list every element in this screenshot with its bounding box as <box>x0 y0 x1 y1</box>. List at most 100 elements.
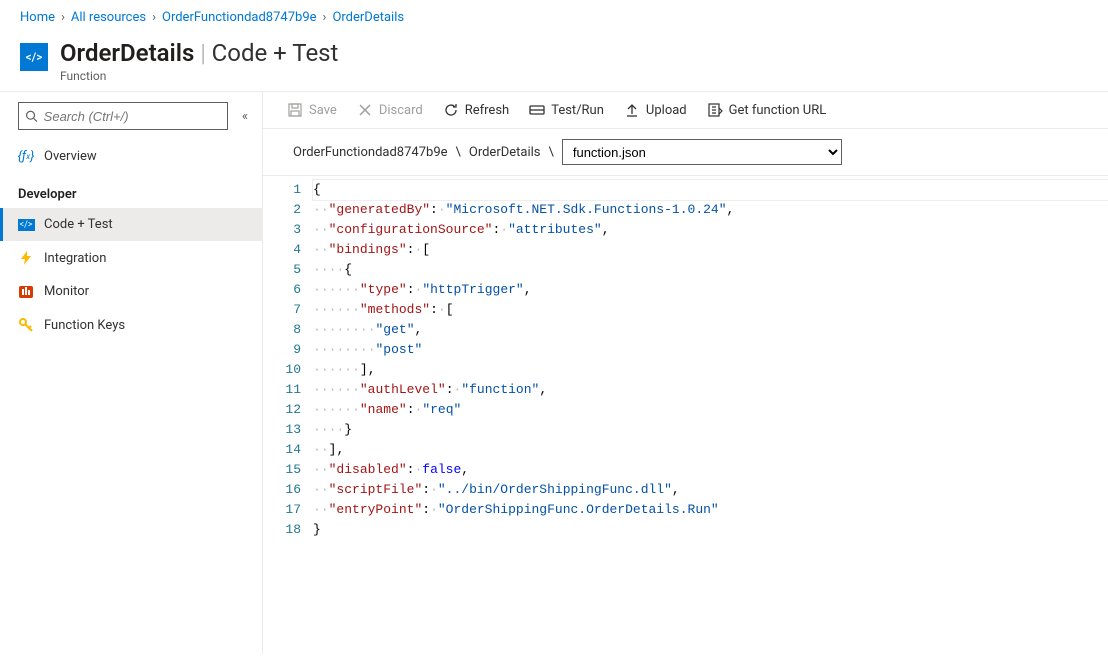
breadcrumb-function-app[interactable]: OrderFunctiondad8747b9e <box>162 10 317 25</box>
sidebar-item-function-keys[interactable]: Function Keys <box>0 308 262 342</box>
line-content[interactable]: ······"authLevel":·"function", <box>313 380 1108 400</box>
file-select[interactable]: function.json <box>562 139 842 165</box>
line-content[interactable]: ····} <box>313 420 1108 440</box>
line-number: 10 <box>263 360 313 380</box>
code-line[interactable]: 16··"scriptFile":·"../bin/OrderShippingF… <box>263 480 1108 500</box>
button-label: Test/Run <box>551 103 604 118</box>
line-content[interactable]: ········"post" <box>313 340 1108 360</box>
code-line[interactable]: 17··"entryPoint":·"OrderShippingFunc.Ord… <box>263 500 1108 520</box>
sidebar-search[interactable] <box>18 102 228 130</box>
breadcrumb-function[interactable]: OrderDetails <box>332 10 404 25</box>
page-title: OrderDetails | Code + Test <box>60 39 338 67</box>
title-divider: | <box>200 39 205 67</box>
collapse-sidebar-button[interactable]: « <box>238 105 252 128</box>
line-content[interactable]: ······"name":·"req" <box>313 400 1108 420</box>
title-name: OrderDetails <box>60 39 194 67</box>
code-editor[interactable]: 1{2··"generatedBy":·"Microsoft.NET.Sdk.F… <box>263 176 1108 540</box>
code-line[interactable]: 18} <box>263 520 1108 540</box>
code-line[interactable]: 6······"type":·"httpTrigger", <box>263 280 1108 300</box>
line-content[interactable]: } <box>313 520 1108 540</box>
line-content[interactable]: ··"entryPoint":·"OrderShippingFunc.Order… <box>313 500 1108 520</box>
breadcrumb-home[interactable]: Home <box>20 10 55 25</box>
line-content[interactable]: ··], <box>313 440 1108 460</box>
code-line[interactable]: 11······"authLevel":·"function", <box>263 380 1108 400</box>
line-number: 14 <box>263 440 313 460</box>
save-button[interactable]: Save <box>287 102 337 118</box>
code-line[interactable]: 13····} <box>263 420 1108 440</box>
refresh-button[interactable]: Refresh <box>443 102 509 118</box>
code-line[interactable]: 1{ <box>263 180 1108 200</box>
path-separator: \ <box>549 145 554 160</box>
line-content[interactable]: ······"type":·"httpTrigger", <box>313 280 1108 300</box>
breadcrumb-all-resources[interactable]: All resources <box>71 10 146 25</box>
button-label: Upload <box>646 103 687 118</box>
sidebar-item-label: Code + Test <box>44 217 113 232</box>
line-content[interactable]: ········"get", <box>313 320 1108 340</box>
code-icon: </> <box>18 219 34 231</box>
main-panel: Save Discard Refresh Test/Run Upload Get… <box>263 92 1108 654</box>
line-number: 6 <box>263 280 313 300</box>
button-label: Get function URL <box>729 103 827 118</box>
line-content[interactable]: ··"bindings":·[ <box>313 240 1108 260</box>
line-content[interactable]: ····{ <box>313 260 1108 280</box>
toolbar: Save Discard Refresh Test/Run Upload Get… <box>263 92 1108 129</box>
code-line[interactable]: 4··"bindings":·[ <box>263 240 1108 260</box>
sidebar-item-overview[interactable]: {ƒx} Overview <box>0 140 262 173</box>
sidebar-section-developer: Developer <box>0 173 262 208</box>
line-number: 8 <box>263 320 313 340</box>
code-line[interactable]: 15··"disabled":·false, <box>263 460 1108 480</box>
code-line[interactable]: 12······"name":·"req" <box>263 400 1108 420</box>
line-number: 7 <box>263 300 313 320</box>
line-number: 4 <box>263 240 313 260</box>
line-content[interactable]: ··"disabled":·false, <box>313 460 1108 480</box>
code-line[interactable]: 8········"get", <box>263 320 1108 340</box>
save-icon <box>287 102 303 118</box>
code-line[interactable]: 2··"generatedBy":·"Microsoft.NET.Sdk.Fun… <box>263 200 1108 220</box>
chevron-right-icon: › <box>61 10 65 25</box>
search-input[interactable] <box>44 109 221 124</box>
code-line[interactable]: 7······"methods":·[ <box>263 300 1108 320</box>
line-number: 2 <box>263 200 313 220</box>
code-line[interactable]: 9········"post" <box>263 340 1108 360</box>
sidebar-item-monitor[interactable]: Monitor <box>0 275 262 308</box>
button-label: Refresh <box>465 103 509 118</box>
button-label: Discard <box>379 103 423 118</box>
code-line[interactable]: 10······], <box>263 360 1108 380</box>
line-number: 18 <box>263 520 313 540</box>
sidebar: « {ƒx} Overview Developer </> Code + Tes… <box>0 92 263 654</box>
sidebar-item-integration[interactable]: Integration <box>0 241 262 275</box>
code-line[interactable]: 14··], <box>263 440 1108 460</box>
line-number: 9 <box>263 340 313 360</box>
key-icon <box>18 317 34 333</box>
code-line[interactable]: 3··"configurationSource":·"attributes", <box>263 220 1108 240</box>
chevron-right-icon: › <box>152 10 156 25</box>
code-line[interactable]: 5····{ <box>263 260 1108 280</box>
function-icon: {ƒx} <box>18 149 34 164</box>
monitor-icon <box>18 286 34 298</box>
path-separator: \ <box>456 145 461 160</box>
line-content[interactable]: ··"scriptFile":·"../bin/OrderShippingFun… <box>313 480 1108 500</box>
upload-icon <box>624 102 640 118</box>
path-segment-function: OrderDetails <box>469 145 541 160</box>
line-content[interactable]: ··"configurationSource":·"attributes", <box>313 220 1108 240</box>
sidebar-item-code-test[interactable]: </> Code + Test <box>0 208 262 241</box>
get-function-url-button[interactable]: Get function URL <box>707 102 827 118</box>
upload-button[interactable]: Upload <box>624 102 687 118</box>
discard-button[interactable]: Discard <box>357 102 423 118</box>
refresh-icon <box>443 102 459 118</box>
line-content[interactable]: ······"methods":·[ <box>313 300 1108 320</box>
test-run-button[interactable]: Test/Run <box>529 102 604 118</box>
sidebar-item-label: Function Keys <box>44 318 125 333</box>
line-content[interactable]: ··"generatedBy":·"Microsoft.NET.Sdk.Func… <box>313 200 1108 220</box>
title-section: Code + Test <box>212 39 339 67</box>
page-header: </> OrderDetails | Code + Test Function <box>0 31 1108 92</box>
line-number: 1 <box>263 180 313 200</box>
discard-icon <box>357 102 373 118</box>
line-number: 17 <box>263 500 313 520</box>
line-number: 3 <box>263 220 313 240</box>
chevron-right-icon: › <box>323 10 327 25</box>
line-content[interactable]: { <box>313 180 1108 200</box>
search-icon <box>25 109 38 123</box>
test-run-icon <box>529 102 545 118</box>
line-content[interactable]: ······], <box>313 360 1108 380</box>
